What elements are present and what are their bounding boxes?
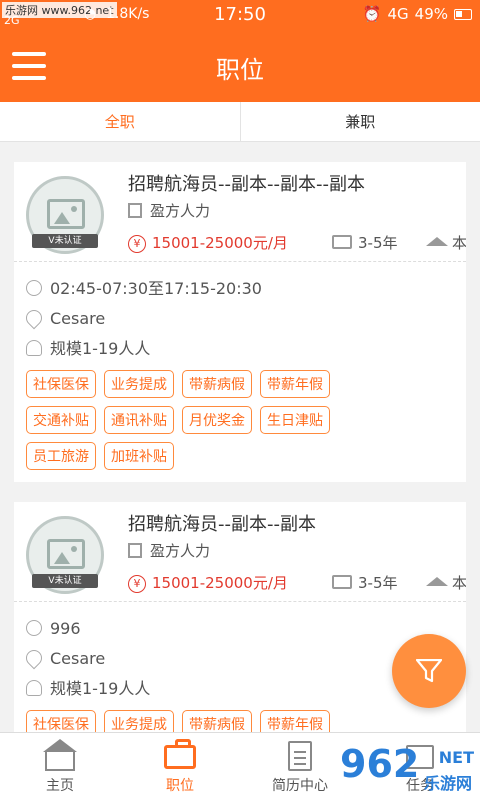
benefit-tag: 带薪年假 [260, 370, 330, 398]
company-name-row: 盈方人力 [128, 540, 210, 561]
job-card-header: V未认证 招聘航海员--副本--副本--副本 盈方人力 ¥15001-25000… [14, 162, 466, 262]
benefit-tag: 业务提成 [104, 370, 174, 398]
verification-badge: V未认证 [32, 574, 98, 588]
status-bar: 乐游网 www.962.net 2G ◔ 1.8K/s 17:50 ⏰ 4G 4… [0, 0, 480, 30]
job-card-header: V未认证 招聘航海员--副本--副本 盈方人力 ¥15001-25000元/月 … [14, 502, 466, 602]
location-pin-icon [22, 646, 46, 670]
watermark-sub: 乐游网 [423, 774, 472, 793]
benefit-tag: 带薪病假 [182, 370, 252, 398]
salary: 15001-25000元/月 [152, 574, 288, 592]
benefit-tag: 社保医保 [26, 370, 96, 398]
watermark-brand: 962 [340, 742, 420, 786]
location: Cesare [50, 649, 106, 668]
location: Cesare [50, 309, 106, 328]
verification-badge: V未认证 [32, 234, 98, 248]
benefit-tag: 带薪病假 [182, 710, 252, 732]
company-name: 盈方人力 [150, 542, 211, 560]
salary-row: ¥15001-25000元/月 [128, 232, 288, 253]
work-hours: 02:45-07:30至17:15-20:30 [50, 279, 262, 298]
work-hours-row: 02:45-07:30至17:15-20:30 [26, 274, 456, 304]
experience-row: 3-5年 [332, 572, 398, 593]
yen-icon: ¥ [128, 235, 146, 253]
job-title: 招聘航海员--副本--副本--副本 [128, 174, 365, 195]
building-icon [128, 203, 142, 218]
signal-indicator: 4G [387, 5, 409, 23]
education-row: 本 [426, 572, 466, 593]
location-row: Cesare [22, 304, 456, 334]
briefcase-icon [332, 235, 352, 249]
benefit-tag: 交通补贴 [26, 406, 96, 434]
salary: 15001-25000元/月 [152, 234, 288, 252]
experience: 3-5年 [358, 574, 398, 592]
image-placeholder-icon [47, 199, 85, 229]
nav-label: 主页 [46, 778, 74, 794]
app-header: 职位 [0, 30, 480, 102]
briefcase-icon [163, 739, 197, 771]
company-scale-row: 规模1-19人人 [26, 674, 456, 704]
company-scale: 规模1-19人人 [50, 679, 151, 698]
benefit-tag: 社保医保 [26, 710, 96, 732]
nav-label: 职位 [166, 778, 194, 794]
graduation-cap-icon [426, 577, 448, 586]
benefit-tag: 加班补贴 [104, 442, 174, 470]
battery-level: 49% [414, 5, 448, 23]
building-icon [128, 543, 142, 558]
job-card-details: 02:45-07:30至17:15-20:30 Cesare 规模1-19人人 … [14, 262, 466, 482]
page-title: 职位 [216, 56, 264, 84]
resume-icon [283, 739, 317, 771]
yen-icon: ¥ [128, 575, 146, 593]
site-watermark-logo: 962 NET 乐游网 [340, 742, 478, 798]
company-name-row: 盈方人力 [128, 200, 210, 221]
benefit-tags: 社保医保 业务提成 带薪病假 带薪年假 [26, 704, 406, 732]
image-placeholder-icon [47, 539, 85, 569]
benefit-tag: 业务提成 [104, 710, 174, 732]
education: 本 [452, 574, 466, 592]
benefit-tag: 生日津贴 [260, 406, 330, 434]
company-name: 盈方人力 [150, 202, 211, 220]
education: 本 [452, 234, 466, 252]
salary-row: ¥15001-25000元/月 [128, 572, 288, 593]
benefit-tag: 员工旅游 [26, 442, 96, 470]
experience-row: 3-5年 [332, 232, 398, 253]
work-hours-row: 996 [26, 614, 456, 644]
briefcase-icon [332, 575, 352, 589]
location-pin-icon [22, 306, 46, 330]
nav-jobs[interactable]: 职位 [120, 733, 240, 800]
battery-icon [454, 8, 472, 20]
people-icon [26, 340, 42, 356]
clock-icon [26, 620, 42, 636]
tab-part-time[interactable]: 兼职 [239, 102, 480, 141]
job-type-tabs: 全职 兼职 [0, 102, 480, 142]
experience: 3-5年 [358, 234, 398, 252]
filter-funnel-icon [416, 659, 442, 683]
tab-full-time[interactable]: 全职 [0, 102, 240, 141]
work-hours: 996 [50, 619, 81, 638]
company-scale: 规模1-19人人 [50, 339, 151, 358]
watermark-suffix: NET [438, 748, 474, 767]
benefit-tags: 社保医保 业务提成 带薪病假 带薪年假 交通补贴 通讯补贴 月优奖金 生日津贴 … [26, 364, 406, 474]
alarm-icon: ⏰ [362, 5, 382, 23]
filter-button[interactable] [392, 634, 466, 708]
benefit-tag: 月优奖金 [182, 406, 252, 434]
people-icon [26, 680, 42, 696]
clock-icon [26, 280, 42, 296]
job-title: 招聘航海员--副本--副本 [128, 514, 316, 535]
education-row: 本 [426, 232, 466, 253]
benefit-tag: 通讯补贴 [104, 406, 174, 434]
nav-home[interactable]: 主页 [0, 733, 120, 800]
job-card[interactable]: V未认证 招聘航海员--副本--副本--副本 盈方人力 ¥15001-25000… [14, 162, 466, 482]
home-icon [43, 739, 77, 771]
company-scale-row: 规模1-19人人 [26, 334, 456, 364]
benefit-tag: 带薪年假 [260, 710, 330, 732]
graduation-cap-icon [426, 237, 448, 246]
job-card[interactable]: V未认证 招聘航海员--副本--副本 盈方人力 ¥15001-25000元/月 … [14, 502, 466, 732]
